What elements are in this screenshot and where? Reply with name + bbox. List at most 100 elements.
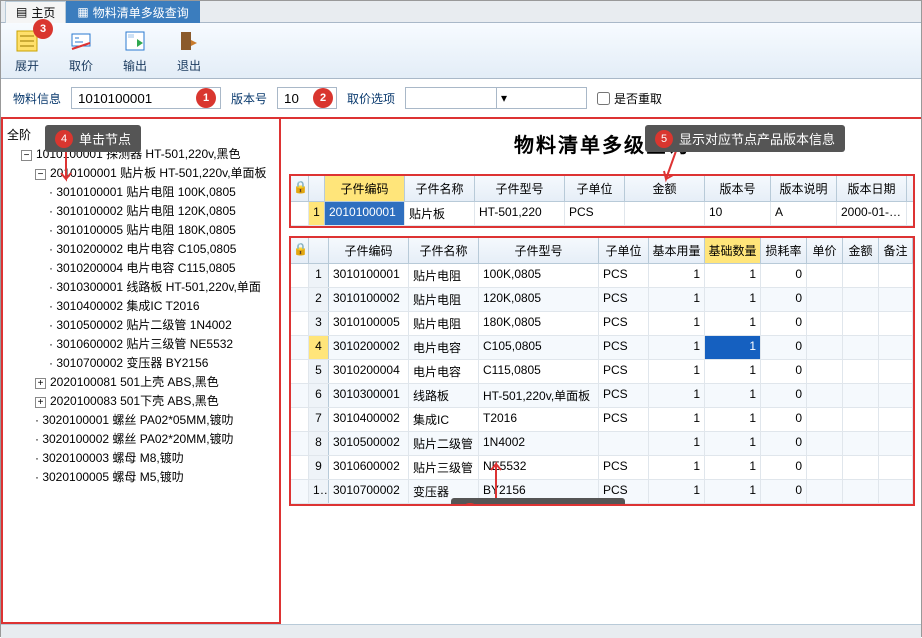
col-code[interactable]: 子件编码 [329,238,409,263]
annotation-6: 6 显示对应子件用料信息 [451,498,625,506]
tree-leaf[interactable]: · 3010100001 贴片电阻 100K,0805 [49,182,275,201]
price-option-dropdown[interactable]: ▾ [405,87,587,109]
arrow-icon [51,149,81,189]
tab-home[interactable]: ▤ 主页 [5,1,66,23]
horizontal-scrollbar[interactable] [1,624,921,638]
cell-base[interactable]: 1 [705,384,761,407]
arrow-icon [481,458,511,502]
expand-button[interactable]: 3 展开 [9,25,45,76]
table-row[interactable]: 33010100005贴片电阻180K,0805PCS110 [291,312,913,336]
col-unit[interactable]: 子单位 [565,176,625,201]
row-num: 8 [309,432,329,455]
table-row[interactable]: 63010300001线路板HT-501,220v,单面板PCS110 [291,384,913,408]
cell-base[interactable]: 1 [705,312,761,335]
cell-loss: 0 [761,288,807,311]
col-remark[interactable]: 备注 [879,238,913,263]
tab-bar: ▤ 主页 ▦ 物料清单多级查询 [1,1,921,23]
cell-model: HT-501,220 [475,202,565,225]
cell-base[interactable]: 1 [705,360,761,383]
col-model[interactable]: 子件型号 [475,176,565,201]
tree-leaf[interactable]: · 3010700002 变压器 BY2156 [49,353,275,372]
row-num: 1 [309,202,325,225]
tree-leaf[interactable]: · 3010600002 贴片三级管 NE5532 [49,334,275,353]
detail-grid: 🔒 子件编码 子件名称 子件型号 子单位 基本用量 基础数量 损耗率 单价 金额… [289,236,915,506]
tree-leaf[interactable]: · 3010100005 贴片电阻 180K,0805 [49,220,275,239]
col-base[interactable]: 基础数量 [705,238,761,263]
cell-base[interactable]: 1 [705,432,761,455]
cell-base[interactable]: 1 [705,456,761,479]
table-row[interactable]: 43010200002电片电容C105,0805PCS110 [291,336,913,360]
table-row[interactable]: 73010400002集成ICT2016PCS110 [291,408,913,432]
tree-node[interactable]: · 3020100001 螺丝 PA02*05MM,镀叻 [35,410,275,429]
cell-base[interactable]: 1 [705,288,761,311]
col-model[interactable]: 子件型号 [479,238,599,263]
cell-base[interactable]: 1 [705,480,761,503]
col-use[interactable]: 基本用量 [649,238,705,263]
cell-use: 1 [649,336,705,359]
tree-node[interactable]: +2020100083 501下壳 ABS,黑色 [35,391,275,410]
tree-leaf[interactable]: · 3010200002 电片电容 C105,0805 [49,239,275,258]
table-row[interactable]: 23010100002贴片电阻120K,0805PCS110 [291,288,913,312]
col-date[interactable]: 版本日期 [837,176,907,201]
cell-desc: A [771,202,837,225]
tab-home-label: 主页 [31,4,55,21]
grid-icon: ▦ [77,5,88,19]
tree-leaf[interactable]: · 3010200004 电片电容 C115,0805 [49,258,275,277]
col-loss[interactable]: 损耗率 [761,238,807,263]
cell-use: 1 [649,360,705,383]
tab-query[interactable]: ▦ 物料清单多级查询 [66,1,199,23]
cell-loss: 0 [761,312,807,335]
row-num: 2 [309,288,329,311]
tree-leaf[interactable]: · 3010400002 集成IC T2016 [49,296,275,315]
cell-use: 1 [649,384,705,407]
cell-loss: 0 [761,360,807,383]
price-button[interactable]: 取价 [63,25,99,76]
row-num: 9 [309,456,329,479]
exit-button[interactable]: 退出 [171,25,207,76]
col-price[interactable]: 单价 [807,238,843,263]
tree-node[interactable]: · 3020100002 螺丝 PA02*20MM,镀叻 [35,429,275,448]
col-unit[interactable]: 子单位 [599,238,649,263]
tree-leaf[interactable]: · 3010500002 贴片二级管 1N4002 [49,315,275,334]
table-row[interactable]: 13010100001贴片电阻100K,0805PCS110 [291,264,913,288]
cell-base[interactable]: 1 [705,264,761,287]
cell-use: 1 [649,456,705,479]
col-amount[interactable]: 金额 [843,238,879,263]
table-row[interactable]: 53010200004电片电容C115,0805PCS110 [291,360,913,384]
col-desc[interactable]: 版本说明 [771,176,837,201]
annotation-badge-1: 1 [196,88,216,108]
cell-code: 3010700002 [329,480,409,503]
tree-leaf[interactable]: · 3010100002 贴片电阻 120K,0805 [49,201,275,220]
retake-checkbox-input[interactable] [597,92,610,105]
col-name[interactable]: 子件名称 [405,176,475,201]
cell-unit: PCS [599,360,649,383]
cell-code[interactable]: 2010100001 [325,202,405,225]
table-row[interactable]: 83010500002贴片二级管1N4002110 [291,432,913,456]
cell-loss: 0 [761,432,807,455]
expand-icon[interactable]: + [35,397,46,408]
tree-node[interactable]: +2020100081 501上壳 ABS,黑色 [35,372,275,391]
col-ver[interactable]: 版本号 [705,176,771,201]
tree-node[interactable]: · 3020100003 螺母 M8,镀叻 [35,448,275,467]
cell-loss: 0 [761,480,807,503]
version-grid-row[interactable]: 1 2010100001 贴片板 HT-501,220 PCS 10 A 200… [291,202,913,226]
tree-leaf[interactable]: · 3010300001 线路板 HT-501,220v,单面 [49,277,275,296]
collapse-icon[interactable]: − [21,150,32,161]
cell-model: C115,0805 [479,360,599,383]
tree-panel[interactable]: 全阶 −1010100001 探测器 HT-501,220v,黑色 −20101… [1,119,281,624]
chevron-down-icon: ▾ [496,88,586,108]
lock-icon: 🔒 [291,238,309,263]
table-row[interactable]: 93010600002贴片三级管NE5532PCS110 [291,456,913,480]
col-name[interactable]: 子件名称 [409,238,479,263]
export-button[interactable]: 输出 [117,25,153,76]
retake-checkbox[interactable]: 是否重取 [597,90,662,107]
col-code[interactable]: 子件编码 [325,176,405,201]
row-num: 3 [309,312,329,335]
expand-icon[interactable]: + [35,378,46,389]
cell-base[interactable]: 1 [705,408,761,431]
tree-node[interactable]: · 3020100005 螺母 M5,镀叻 [35,467,275,486]
tab-query-label: 物料清单多级查询 [93,4,189,21]
cell-base[interactable]: 1 [705,336,761,359]
cell-model: 120K,0805 [479,288,599,311]
collapse-icon[interactable]: − [35,169,46,180]
